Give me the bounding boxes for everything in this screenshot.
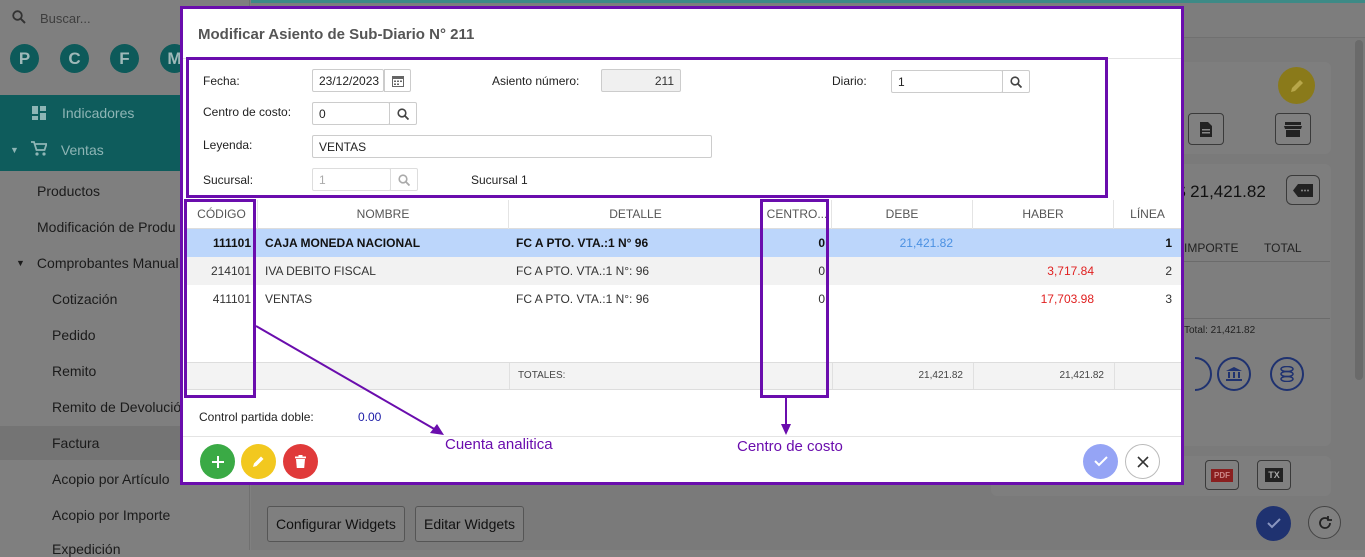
annotation-centro-costo: Centro de costo xyxy=(737,438,843,455)
annotation-arrows xyxy=(255,325,791,435)
annotation-cuenta-analitica: Cuenta analitica xyxy=(445,436,553,453)
